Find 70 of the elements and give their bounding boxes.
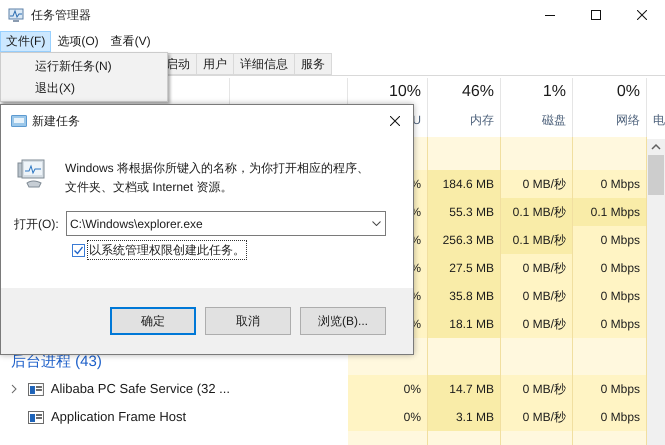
combo-box[interactable]: C:\Windows\explorer.exe — [66, 211, 386, 236]
table-cell: 0% — [348, 375, 428, 403]
column-percent: 0% — [616, 83, 640, 101]
window-icon — [11, 115, 27, 127]
table-cell — [501, 137, 573, 170]
table-cell: 55.3 MB — [428, 198, 501, 226]
table-cell: 184.6 MB — [428, 170, 501, 198]
field-label: 打开(O): — [14, 216, 60, 232]
column-header[interactable]: 磁盘 — [542, 111, 566, 129]
column-percent: 46% — [462, 83, 494, 101]
menu-item[interactable]: 退出(X) — [1, 77, 167, 99]
message-text: 文件夹、文档或 Internet 资源。 — [65, 179, 234, 196]
table-cell: 256.3 MB — [428, 226, 501, 254]
column-header[interactable]: 电 — [653, 111, 665, 129]
table-cell: 0 Mbps — [573, 170, 647, 198]
table-cell: 0% — [348, 403, 428, 431]
table-cell: 0 Mbps — [573, 226, 647, 254]
table-cell: 0 MB/秒 — [501, 403, 573, 431]
close-icon[interactable] — [390, 116, 400, 126]
table-cell: 0 MB/秒 — [501, 282, 573, 310]
computer-icon — [15, 157, 47, 189]
column-percent: 1% — [542, 83, 566, 101]
menu-item[interactable]: 文件(F) — [0, 30, 52, 52]
table-cell: 14.7 MB — [428, 375, 501, 403]
chevron-icon[interactable] — [10, 384, 17, 394]
table-cell: 27.5 MB — [428, 254, 501, 282]
window-title: 任务管理器 — [31, 7, 91, 24]
dialog-title: 新建任务 — [32, 113, 80, 130]
table-cell: 0 Mbps — [573, 282, 647, 310]
table-cell: 35.8 MB — [428, 282, 501, 310]
monitor-icon — [8, 8, 24, 22]
scrollbar-thumb[interactable] — [648, 155, 664, 195]
checkbox-label[interactable]: 以系统管理权限创建此任务。 — [87, 240, 247, 260]
dialog-button[interactable]: 浏览(B)... — [300, 307, 386, 335]
table-cell: 0.1 Mbps — [573, 198, 647, 226]
table-cell — [501, 431, 573, 445]
scrollbar[interactable] — [647, 139, 665, 445]
name-cell[interactable]: Application Frame Host — [0, 403, 230, 431]
tab[interactable]: 服务 — [294, 53, 332, 75]
column-percent: 10% — [388, 83, 421, 101]
maximize-icon[interactable] — [591, 10, 601, 20]
table-cell: 18.1 MB — [428, 310, 501, 338]
table-cell: 0 MB/秒 — [501, 310, 573, 338]
checkbox[interactable] — [72, 244, 85, 256]
table-cell: 0 MB/秒 — [501, 375, 573, 403]
table-cell — [501, 338, 573, 375]
table-cell: 0 Mbps — [573, 254, 647, 282]
app-window-icon — [28, 410, 44, 424]
table-cell: 0 MB/秒 — [501, 254, 573, 282]
table-cell: 0 MB/秒 — [501, 170, 573, 198]
dialog-button[interactable]: 取消 — [205, 307, 291, 335]
column-header[interactable]: 网络 — [616, 111, 640, 129]
table-cell: 0.1 MB/秒 — [501, 226, 573, 254]
name-cell[interactable]: Alibaba PC Safe Service (32 ... — [0, 375, 230, 403]
menu-item[interactable]: 选项(O) — [51, 30, 105, 52]
column-header[interactable]: 内存 — [470, 111, 494, 129]
table-cell: 0 Mbps — [573, 310, 647, 338]
app-window-icon — [28, 382, 44, 396]
process-name[interactable]: Application Frame Host — [51, 407, 186, 427]
table-cell: 0 Mbps — [573, 375, 647, 403]
tab[interactable]: 用户 — [196, 53, 234, 75]
menu-item[interactable]: 查看(V) — [104, 30, 157, 52]
dialog-button[interactable]: 确定 — [110, 307, 196, 335]
tab[interactable]: 详细信息 — [233, 53, 295, 75]
table-cell: 3.1 MB — [428, 403, 501, 431]
dropdown-chevron-icon[interactable] — [372, 221, 381, 226]
table-cell: 0 Mbps — [573, 403, 647, 431]
process-name[interactable]: Alibaba PC Safe Service (32 ... — [50, 379, 230, 399]
close-icon[interactable] — [637, 10, 647, 20]
table-cell: 0.1 MB/秒 — [501, 198, 573, 226]
